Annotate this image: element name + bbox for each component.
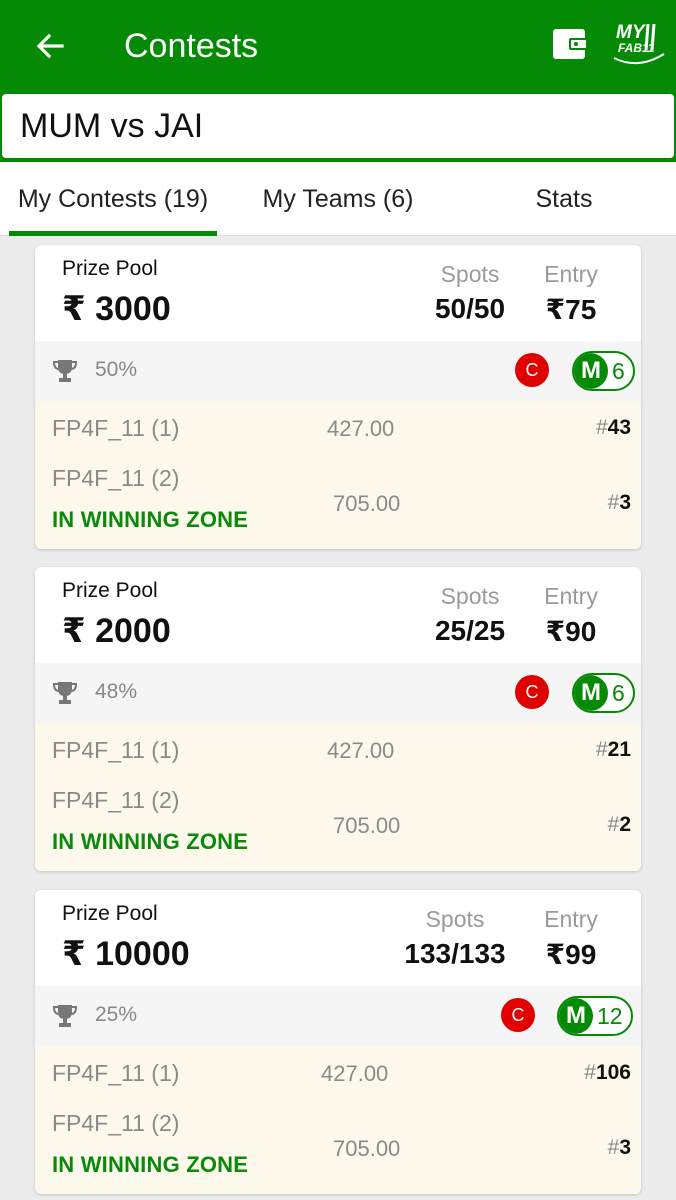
- prize-pool-label: Prize Pool: [62, 257, 158, 280]
- team-points: 427.00: [327, 416, 395, 441]
- tab-my-contests[interactable]: My Contests (19): [9, 162, 217, 236]
- tab-stats[interactable]: Stats: [500, 162, 628, 236]
- tab-my-teams[interactable]: My Teams (6): [238, 162, 438, 236]
- joined-teams: FP4F_11 (1) 427.00 #106 FP4F_11 (2) 705.…: [35, 1046, 641, 1194]
- winner-percentage: 50%: [95, 358, 138, 381]
- contest-card[interactable]: Prize Pool ₹ 2000 Spots 25/25 Entry ₹90 …: [35, 567, 641, 871]
- trophy-icon: [53, 682, 77, 704]
- team-name: FP4F_11 (1): [52, 415, 180, 441]
- joined-teams: FP4F_11 (1) 427.00 #43 FP4F_11 (2) 705.0…: [35, 401, 641, 549]
- prize-pool-value: ₹ 2000: [62, 612, 171, 650]
- match-header: MUM vs JAI: [0, 92, 676, 162]
- winning-zone-status: IN WINNING ZONE: [52, 829, 249, 854]
- wallet-icon: [553, 29, 588, 59]
- match-title: MUM vs JAI: [20, 107, 204, 145]
- spots-label: Spots: [440, 583, 500, 609]
- entry-fee: ₹75: [545, 294, 597, 325]
- team-points: 427.00: [327, 738, 395, 763]
- multi-entry-label: M: [574, 353, 608, 389]
- multi-entry-label: M: [559, 998, 593, 1034]
- trophy-icon: [53, 360, 77, 382]
- team-rank: #3: [607, 491, 631, 514]
- team-rank: #2: [607, 813, 631, 836]
- spots-label: Spots: [425, 906, 485, 932]
- page-title: Contests: [124, 27, 259, 65]
- spots-value: 50/50: [434, 293, 506, 324]
- confirmed-badge: C: [501, 998, 535, 1032]
- app-bar: Contests MY FAB11: [0, 0, 676, 92]
- prize-pool-label: Prize Pool: [62, 579, 158, 602]
- contest-info-row: 50% C M 6: [35, 341, 641, 401]
- team-rank: #106: [584, 1061, 631, 1084]
- team-name: FP4F_11 (2): [52, 787, 180, 813]
- team-name: FP4F_11 (1): [52, 737, 180, 763]
- back-button[interactable]: [28, 24, 72, 68]
- multi-entry-badge: M 12: [557, 996, 633, 1036]
- team-name: FP4F_11 (1): [52, 1060, 180, 1086]
- team-rank: #3: [607, 1136, 631, 1159]
- entry-label: Entry: [544, 583, 598, 609]
- multi-entry-badge: M 6: [572, 351, 635, 391]
- multi-entry-count: 12: [597, 1002, 623, 1029]
- winner-percentage: 25%: [95, 1003, 138, 1026]
- entry-label: Entry: [544, 906, 598, 932]
- team-points: 705.00: [333, 1136, 401, 1161]
- contest-card[interactable]: Prize Pool ₹ 3000 Spots 50/50 Entry ₹75 …: [35, 245, 641, 549]
- contest-card[interactable]: Prize Pool ₹ 10000 Spots 133/133 Entry ₹…: [35, 890, 641, 1194]
- winning-zone-status: IN WINNING ZONE: [52, 507, 249, 532]
- match-title-box: MUM vs JAI: [2, 94, 674, 158]
- multi-entry-label: M: [574, 675, 608, 711]
- trophy-icon: [53, 1005, 77, 1027]
- prize-pool-value: ₹ 10000: [62, 935, 190, 973]
- spots-value: 133/133: [404, 938, 506, 969]
- team-name: FP4F_11 (2): [52, 465, 180, 491]
- multi-entry-count: 6: [612, 357, 625, 384]
- confirmed-badge: C: [515, 675, 549, 709]
- contest-info-row: 48% C M 6: [35, 663, 641, 723]
- prize-pool-label: Prize Pool: [62, 902, 158, 925]
- spots-label: Spots: [440, 261, 500, 287]
- winning-zone-status: IN WINNING ZONE: [52, 1152, 249, 1177]
- joined-teams: FP4F_11 (1) 427.00 #21 FP4F_11 (2) 705.0…: [35, 723, 641, 871]
- spots-value: 25/25: [434, 615, 506, 646]
- svg-text:MY: MY: [616, 22, 647, 43]
- entry-fee: ₹99: [545, 939, 597, 970]
- team-points: 705.00: [333, 813, 401, 838]
- myfab11-logo: MY FAB11: [613, 22, 665, 65]
- entry-label: Entry: [544, 261, 598, 287]
- team-points: 427.00: [321, 1061, 389, 1086]
- multi-entry-count: 6: [612, 679, 625, 706]
- team-points: 705.00: [333, 491, 401, 516]
- team-rank: #43: [595, 416, 631, 439]
- multi-entry-badge: M 6: [572, 673, 635, 713]
- winner-percentage: 48%: [95, 680, 138, 703]
- prize-pool-value: ₹ 3000: [62, 290, 171, 328]
- entry-fee: ₹90: [545, 616, 597, 647]
- team-rank: #21: [595, 738, 631, 761]
- team-name: FP4F_11 (2): [52, 1110, 180, 1136]
- svg-text:FAB11: FAB11: [618, 41, 655, 55]
- arrow-left-icon: [36, 33, 64, 59]
- tab-bar: My Contests (19) My Teams (6) Stats: [0, 162, 676, 236]
- confirmed-badge: C: [515, 353, 549, 387]
- contest-info-row: 25% C M 12: [35, 986, 641, 1046]
- wallet-button[interactable]: [552, 27, 588, 61]
